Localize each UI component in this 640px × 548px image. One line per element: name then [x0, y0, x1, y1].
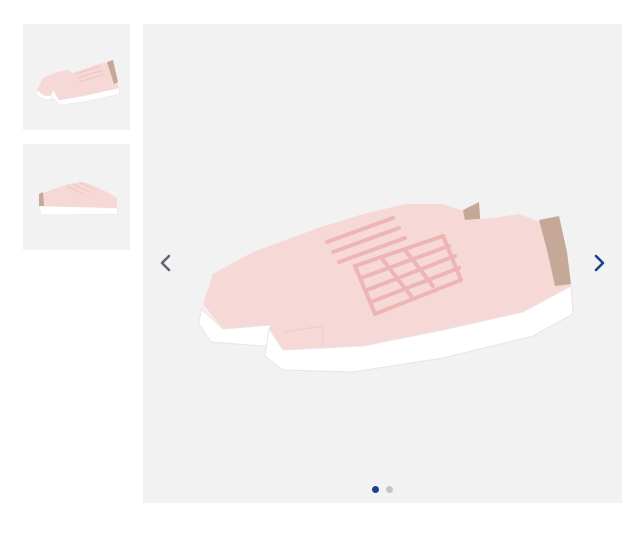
pagination-dot-1[interactable]	[372, 486, 379, 493]
pagination-dot-2[interactable]	[386, 486, 393, 493]
chevron-right-icon	[594, 254, 605, 272]
chevron-left-icon	[160, 254, 171, 272]
next-image-button[interactable]	[584, 248, 614, 278]
sneaker-pair-angled-thumbnail-image	[35, 60, 121, 106]
thumbnail-1[interactable]	[23, 24, 130, 130]
main-product-image	[143, 24, 622, 503]
carousel-pagination	[143, 486, 622, 493]
thumbnail-2[interactable]	[23, 144, 130, 250]
previous-image-button[interactable]	[151, 248, 181, 278]
pink-sneaker-pair-image	[198, 202, 574, 373]
thumbnail-list	[23, 24, 130, 264]
product-image-gallery	[0, 0, 640, 548]
sneaker-side-view-thumbnail-image	[38, 181, 119, 216]
